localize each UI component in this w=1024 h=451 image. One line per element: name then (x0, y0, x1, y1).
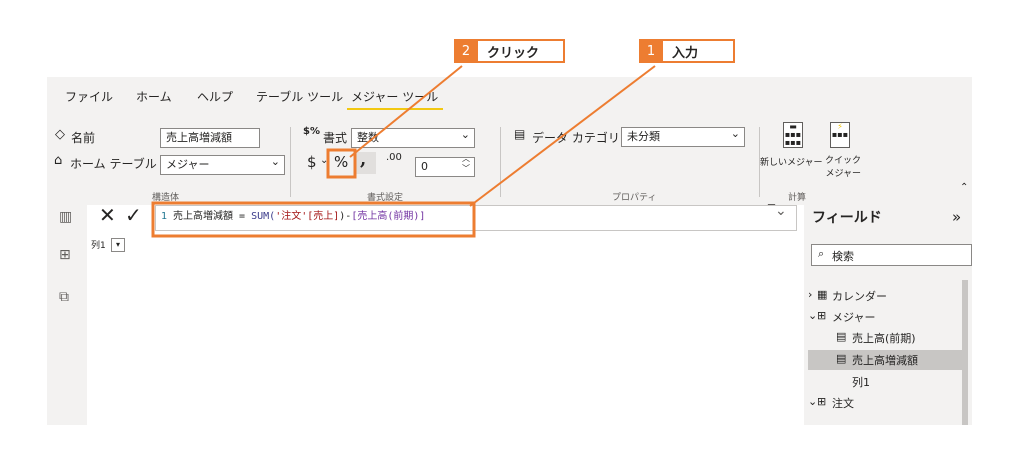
callout-number: 1 (639, 39, 663, 63)
callout-label: 入力 (672, 45, 699, 61)
callout-input: 1 入力 (639, 39, 735, 63)
callout-label: クリック (487, 45, 540, 61)
callout-number: 2 (454, 39, 478, 63)
annotation-lines (151, 65, 656, 238)
callout-click: 2 クリック (454, 39, 565, 63)
